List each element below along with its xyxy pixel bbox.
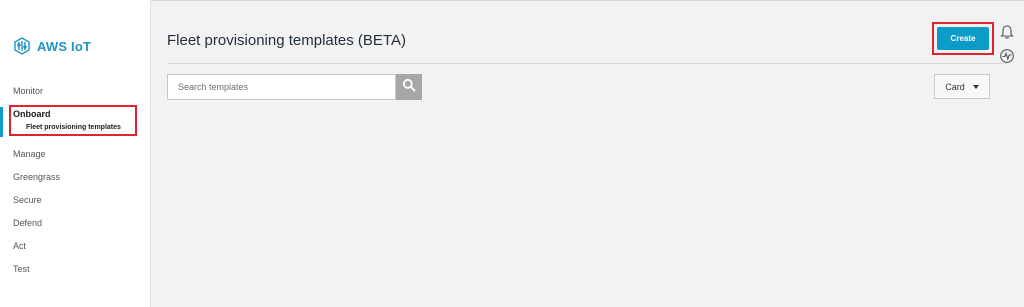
bell-icon[interactable] — [999, 24, 1015, 40]
sidebar-item-monitor[interactable]: Monitor — [13, 86, 43, 96]
sidebar-group-onboard: Onboard Fleet provisioning templates — [0, 105, 138, 137]
sidebar-item-defend[interactable]: Defend — [13, 218, 42, 228]
sidebar-item-manage[interactable]: Manage — [13, 149, 46, 159]
view-mode-value: Card — [945, 81, 965, 92]
logo-text: AWS IoT — [37, 38, 92, 54]
search-icon — [402, 78, 416, 97]
search-input[interactable] — [167, 74, 396, 100]
activity-icon[interactable] — [999, 48, 1015, 64]
sidebar-item-greengrass[interactable]: Greengrass — [13, 172, 60, 182]
view-mode-select[interactable]: Card — [934, 74, 990, 99]
top-border — [0, 0, 1024, 1]
sidebar-item-test[interactable]: Test — [13, 264, 30, 274]
aws-iot-logo-icon — [12, 36, 32, 56]
search-button[interactable] — [396, 74, 422, 100]
sidebar-item-fleet-provisioning-templates[interactable]: Fleet provisioning templates — [26, 124, 121, 131]
active-indicator — [0, 107, 3, 137]
create-button[interactable]: Create — [937, 27, 989, 50]
sidebar-item-act[interactable]: Act — [13, 241, 26, 251]
logo[interactable]: AWS IoT — [12, 36, 91, 56]
caret-down-icon — [972, 84, 979, 89]
header-divider — [167, 63, 1007, 64]
page-title: Fleet provisioning templates (BETA) — [167, 32, 406, 49]
sidebar-item-onboard[interactable]: Onboard — [13, 109, 51, 119]
sidebar: AWS IoT Monitor Onboard Fleet provisioni… — [0, 0, 151, 307]
sidebar-item-secure[interactable]: Secure — [13, 195, 42, 205]
